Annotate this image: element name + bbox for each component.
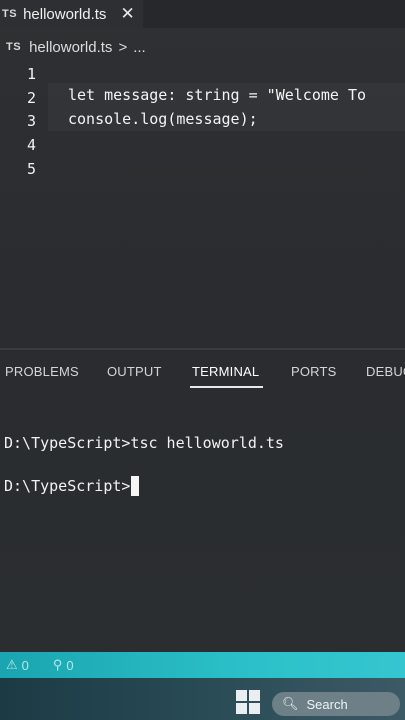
line-number: 2 [26, 89, 36, 107]
windows-logo-icon [249, 690, 260, 701]
panel-tab-bar: PROBLEMS OUTPUT TERMINAL PORTS DEBUG [0, 350, 405, 400]
code-line: console.log(message); [68, 110, 258, 128]
terminal-line: D:\TypeScript>tsc helloworld.ts [4, 434, 284, 452]
terminal-line-text: D:\TypeScript>tsc helloworld.ts [4, 434, 284, 452]
tab-output[interactable]: OUTPUT [107, 364, 162, 379]
errors-indicator[interactable]: ⚠ 0 [6, 657, 29, 673]
line-number: 5 [26, 160, 36, 178]
windows-logo-icon [249, 703, 260, 714]
tab-problems[interactable]: PROBLEMS [5, 364, 79, 379]
typescript-file-icon: TS [6, 41, 22, 53]
windows-taskbar: 🔍︎ Search [0, 678, 405, 720]
breadcrumb: TS helloworld.ts > ... [6, 36, 146, 58]
chevron-right-icon: > [118, 38, 128, 56]
windows-logo-icon [236, 690, 247, 701]
typescript-file-icon: TS [2, 8, 18, 20]
terminal-prompt-line[interactable]: D:\TypeScript> [4, 476, 140, 496]
editor-tab-label: helloworld.ts [23, 5, 107, 23]
warning-count: 0 [66, 657, 74, 673]
tab-ports[interactable]: PORTS [291, 364, 337, 379]
line-number: 1 [26, 65, 36, 83]
line-number: 3 [26, 112, 36, 130]
start-button[interactable] [236, 690, 262, 716]
editor-tab-helloworld[interactable]: TS helloworld.ts ✕ [0, 0, 143, 28]
tab-terminal[interactable]: TERMINAL [192, 364, 259, 379]
warning-triangle-icon: ⚠ [6, 657, 18, 672]
taskbar-search[interactable]: 🔍︎ Search [272, 692, 400, 716]
terminal-prompt: D:\TypeScript> [4, 477, 131, 495]
code-line: let message: string = "Welcome To [68, 86, 367, 104]
terminal-cursor [131, 476, 140, 496]
status-bar: ⚠ 0 ⚲ 0 [0, 652, 405, 678]
error-count: 0 [21, 657, 29, 673]
active-tab-indicator [190, 386, 263, 388]
line-number: 4 [26, 136, 36, 154]
vscode-window: TS helloworld.ts ✕ TS helloworld.ts > ..… [0, 0, 405, 720]
close-icon[interactable]: ✕ [120, 4, 134, 24]
windows-logo-icon [236, 703, 247, 714]
search-icon: 🔍︎ [282, 696, 299, 711]
tab-debug-console[interactable]: DEBUG [366, 364, 405, 379]
ports-indicator[interactable]: ⚲ 0 [53, 657, 74, 673]
antenna-icon: ⚲ [52, 657, 63, 672]
code-editor[interactable]: 1 2 3 4 5 let message: string = "Welcome… [0, 60, 405, 345]
breadcrumb-file[interactable]: helloworld.ts [29, 39, 112, 56]
editor-tab-bar: TS helloworld.ts ✕ [0, 0, 405, 28]
search-label: Search [306, 696, 348, 712]
breadcrumb-more[interactable]: ... [133, 39, 146, 56]
